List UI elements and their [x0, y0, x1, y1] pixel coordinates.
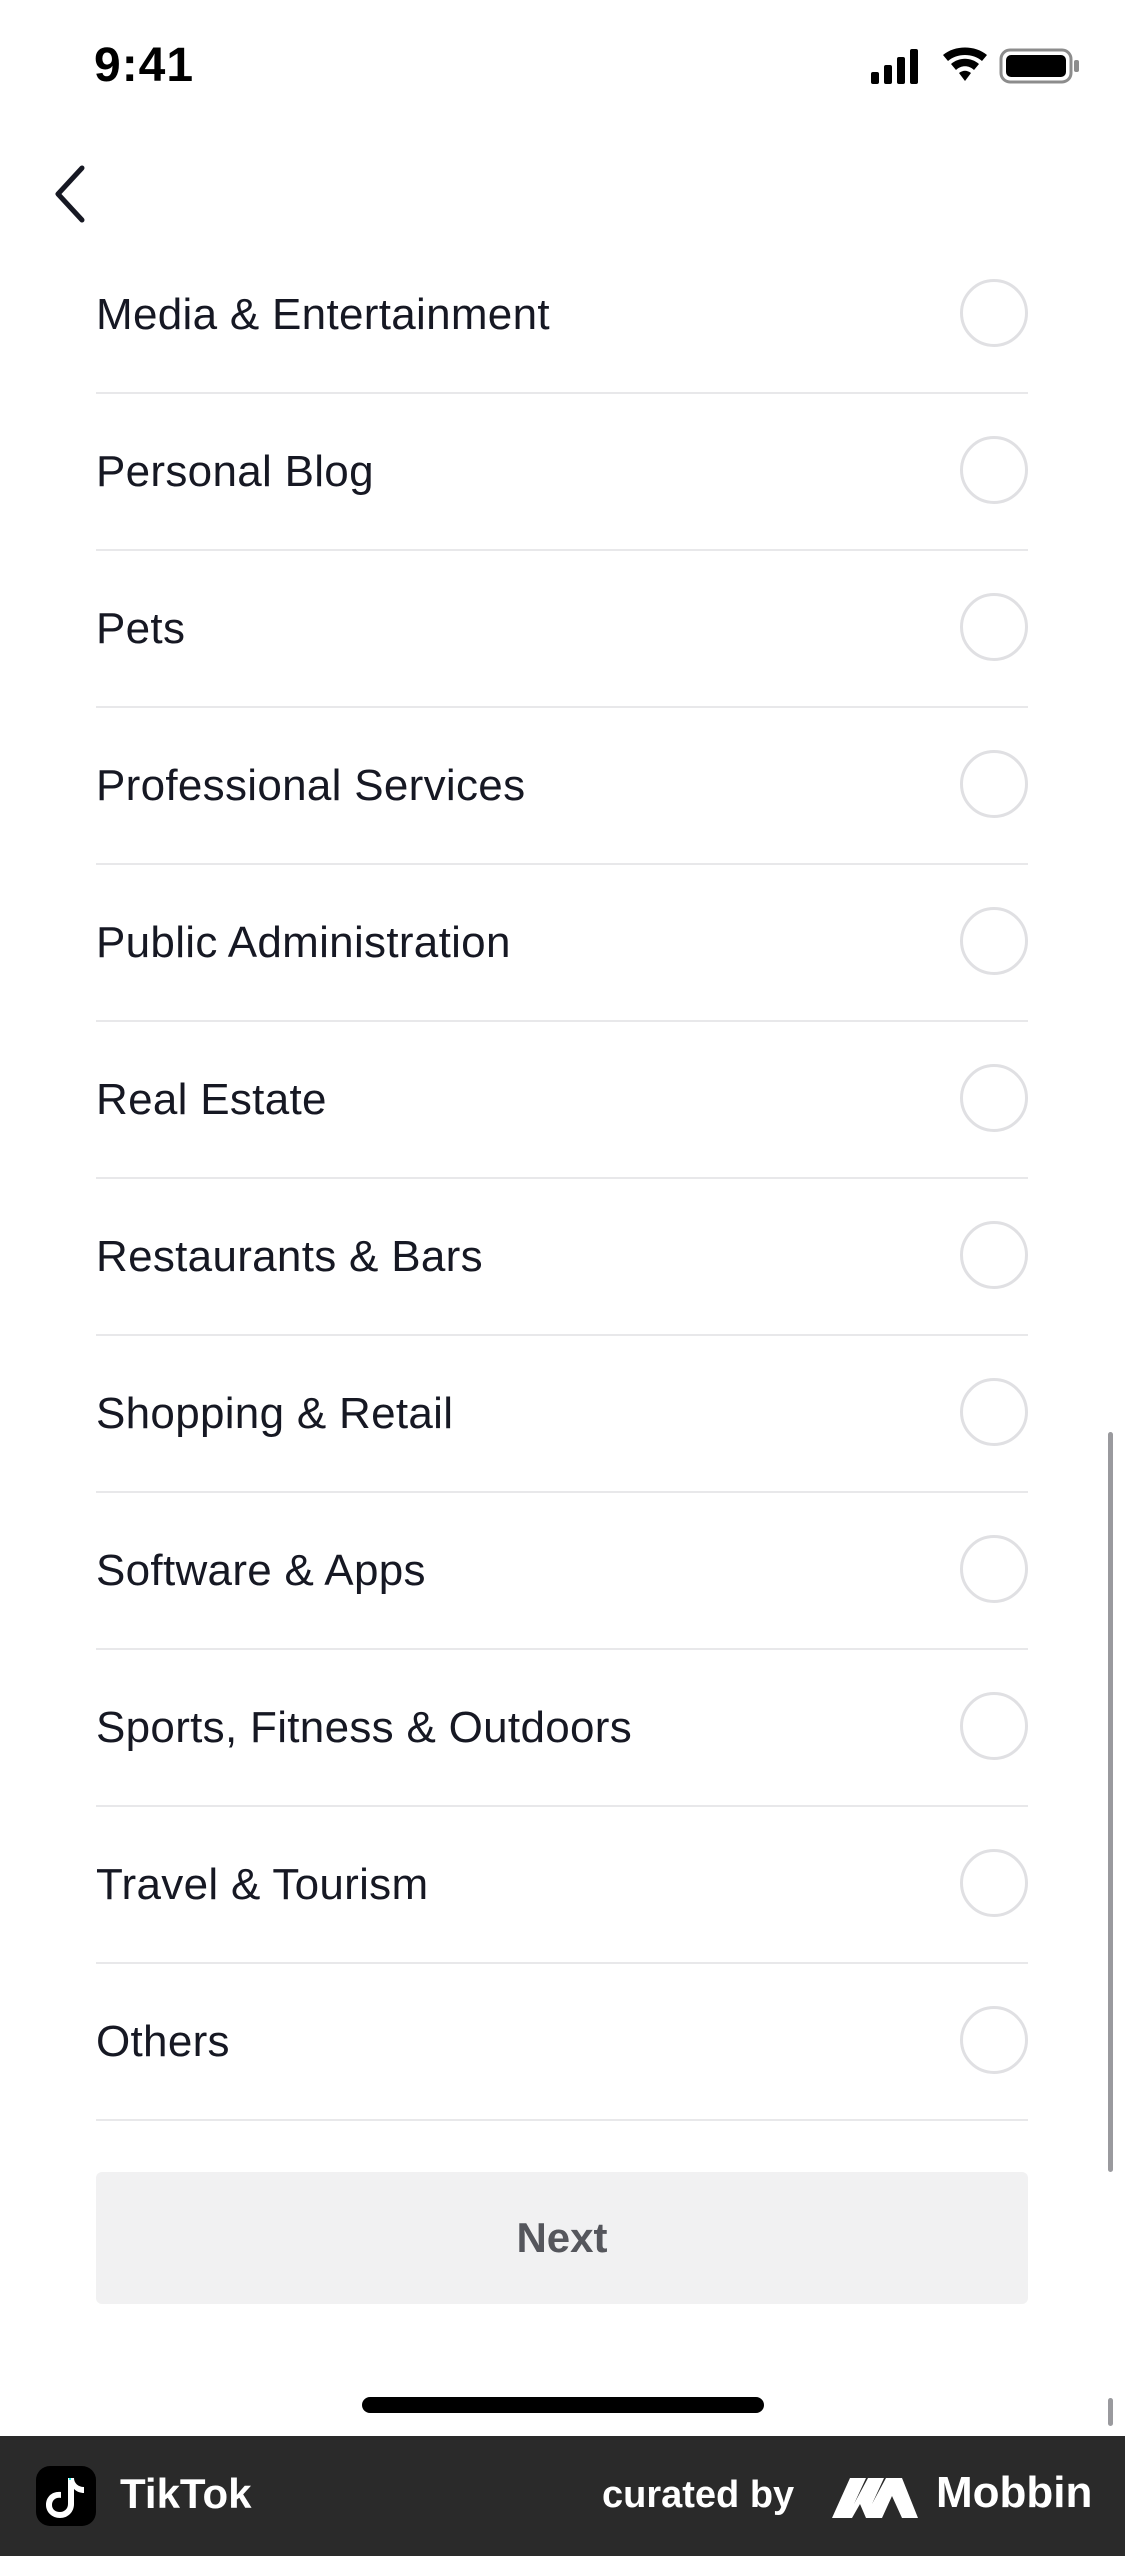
radio-button[interactable] — [960, 2005, 1028, 2074]
list-item-label: Public Administration — [96, 917, 511, 967]
list-item-restaurants-bars[interactable]: Restaurants & Bars — [96, 1179, 1028, 1336]
list-item-label: Others — [96, 2016, 230, 2066]
list-item-travel-tourism[interactable]: Travel & Tourism — [96, 1807, 1028, 1964]
radio-button[interactable] — [960, 278, 1028, 347]
radio-button[interactable] — [960, 749, 1028, 818]
radio-button[interactable] — [960, 1848, 1028, 1917]
radio-button[interactable] — [960, 1691, 1028, 1760]
list-item-personal-blog[interactable]: Personal Blog — [96, 394, 1028, 551]
list-item-label: Software & Apps — [96, 1545, 426, 1595]
category-list: Media & Entertainment Personal Blog Pets… — [96, 237, 1028, 2121]
radio-button[interactable] — [960, 1534, 1028, 1603]
list-item-label: Travel & Tourism — [96, 1859, 429, 1909]
list-item-public-administration[interactable]: Public Administration — [96, 865, 1028, 1022]
list-item-label: Shopping & Retail — [96, 1388, 454, 1438]
chevron-left-icon — [55, 165, 85, 223]
next-button[interactable]: Next — [96, 2172, 1028, 2304]
radio-button[interactable] — [960, 435, 1028, 504]
list-item-label: Real Estate — [96, 1074, 327, 1124]
list-item-label: Sports, Fitness & Outdoors — [96, 1702, 633, 1752]
list-item-sports-fitness-outdoors[interactable]: Sports, Fitness & Outdoors — [96, 1650, 1028, 1807]
scrollbar[interactable] — [1108, 1432, 1113, 2172]
list-item-media-entertainment[interactable]: Media & Entertainment — [96, 237, 1028, 394]
radio-button[interactable] — [960, 592, 1028, 661]
scrollbar-tail — [1108, 2398, 1113, 2426]
wifi-icon — [943, 47, 987, 81]
list-item-label: Restaurants & Bars — [96, 1231, 483, 1281]
footer-brand-name: Mobbin — [936, 2468, 1093, 2517]
battery-icon — [999, 48, 1079, 84]
list-item-label: Pets — [96, 603, 186, 653]
list-item-professional-services[interactable]: Professional Services — [96, 708, 1028, 865]
list-item-software-apps[interactable]: Software & Apps — [96, 1493, 1028, 1650]
list-item-pets[interactable]: Pets — [96, 551, 1028, 708]
footer-app-name: TikTok — [120, 2470, 252, 2517]
mobbin-logo-icon — [832, 2478, 918, 2518]
tiktok-logo-icon — [36, 2466, 96, 2526]
status-time: 9:41 — [94, 39, 195, 92]
home-indicator — [362, 2397, 764, 2413]
signal-icon — [871, 49, 918, 84]
status-bar: 9:41 — [0, 0, 1125, 140]
list-item-real-estate[interactable]: Real Estate — [96, 1022, 1028, 1179]
list-item-label: Personal Blog — [96, 446, 374, 496]
radio-button[interactable] — [960, 906, 1028, 975]
list-item-shopping-retail[interactable]: Shopping & Retail — [96, 1336, 1028, 1493]
footer-bar: TikTok curated by Mobbin — [0, 2436, 1125, 2556]
radio-button[interactable] — [960, 1377, 1028, 1446]
status-icons — [871, 46, 1083, 86]
list-item-label: Professional Services — [96, 760, 526, 810]
radio-button[interactable] — [960, 1063, 1028, 1132]
list-item-label: Media & Entertainment — [96, 289, 550, 339]
footer-curated-by: curated by — [602, 2474, 795, 2516]
list-item-others[interactable]: Others — [96, 1964, 1028, 2121]
radio-button[interactable] — [960, 1220, 1028, 1289]
back-button[interactable] — [38, 158, 102, 230]
